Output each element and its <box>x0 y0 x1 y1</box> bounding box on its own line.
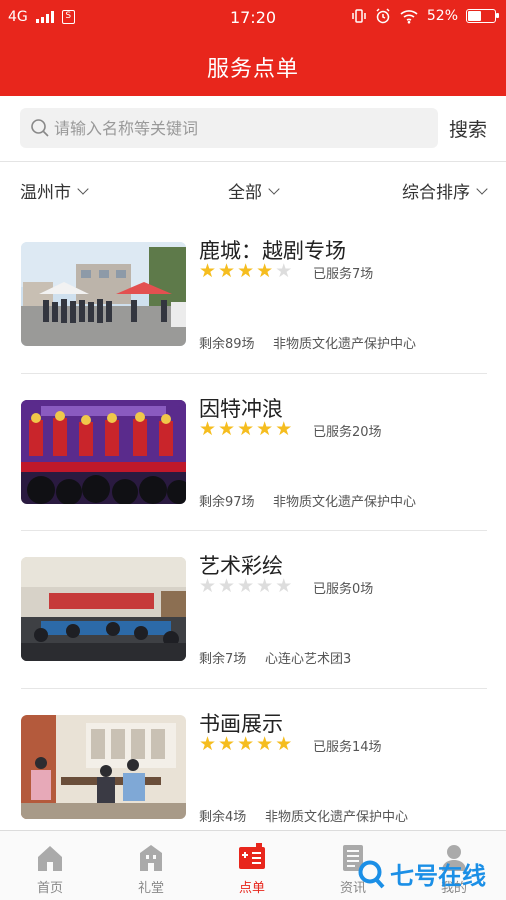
city-filter-label: 温州市 <box>20 183 71 203</box>
city-filter[interactable]: 温州市 <box>20 178 89 203</box>
star-filled-icon: ★ <box>275 732 293 755</box>
served-count: 已服务7场 <box>313 267 374 282</box>
star-filled-icon: ★ <box>199 260 217 282</box>
star-filled-icon: ★ <box>218 732 236 755</box>
chevron-down-icon <box>268 182 280 195</box>
wifi-icon <box>400 10 418 24</box>
remaining-count: 剩余7场 <box>199 652 247 667</box>
list-item[interactable]: 鹿城：越剧专场 ★ ★ ★ ★ ★ 已服务7场 剩余89场 非物质文化遗产保护中心 <box>0 216 506 374</box>
page-title: 服务点单 <box>206 57 299 82</box>
star-empty-icon: ★ <box>275 260 293 282</box>
battery-percent: 52% <box>426 8 458 24</box>
sort-filter-label: 综合排序 <box>402 183 470 203</box>
search-button[interactable]: 搜索 <box>449 115 487 142</box>
served-count: 已服务0场 <box>313 582 374 597</box>
item-thumbnail <box>21 557 186 661</box>
rating-stars: ★ ★ ★ ★ ★ <box>199 734 292 754</box>
chevron-down-icon <box>476 182 488 195</box>
status-right: 52% <box>351 8 499 24</box>
star-filled-icon: ★ <box>199 732 217 755</box>
star-filled-icon: ★ <box>275 417 293 440</box>
served-count: 已服务20场 <box>313 424 382 440</box>
star-filled-icon: ★ <box>237 732 255 755</box>
battery-icon <box>466 9 499 23</box>
rating-stars: ★ ★ ★ ★ ★ <box>199 576 292 596</box>
remaining-count: 剩余4场 <box>199 809 247 825</box>
home-icon <box>38 846 62 871</box>
star-filled-icon: ★ <box>237 417 255 440</box>
vibrate-icon <box>352 9 366 23</box>
star-filled-icon: ★ <box>256 260 274 282</box>
tab-label: 点单 <box>238 881 265 896</box>
watermark: 七号在线 <box>358 856 486 891</box>
tab-label: 首页 <box>36 881 63 896</box>
tab-label: 礼堂 <box>137 881 164 896</box>
tab-hall[interactable]: 礼堂 <box>121 841 181 896</box>
remaining-count: 剩余97场 <box>199 494 255 510</box>
item-thumbnail <box>21 399 186 504</box>
watermark-logo-icon <box>358 860 385 888</box>
star-filled-icon: ★ <box>256 732 274 755</box>
star-empty-icon: ★ <box>199 575 217 597</box>
star-empty-icon: ★ <box>256 575 274 597</box>
star-filled-icon: ★ <box>199 417 217 440</box>
order-icon <box>239 843 265 869</box>
item-thumbnail <box>21 242 186 346</box>
organization-name: 非物质文化遗产保护中心 <box>273 337 417 352</box>
list-item[interactable]: 书画展示 ★ ★ ★ ★ ★ 已服务14场 剩余4场 非物质文化遗产保护中心 <box>0 689 506 847</box>
star-empty-icon: ★ <box>275 575 293 597</box>
category-filter[interactable]: 全部 <box>228 178 280 203</box>
organization-name: 非物质文化遗产保护中心 <box>265 809 409 825</box>
rating-stars: ★ ★ ★ ★ ★ <box>199 419 292 439</box>
item-thumbnail <box>21 714 186 819</box>
list-item[interactable]: 艺术彩绘 ★ ★ ★ ★ ★ 已服务0场 剩余7场 心连心艺术团3 <box>0 531 506 689</box>
star-filled-icon: ★ <box>256 417 274 440</box>
sort-filter[interactable]: 综合排序 <box>402 178 488 203</box>
star-empty-icon: ★ <box>218 575 236 597</box>
list-item[interactable]: 因特冲浪 ★ ★ ★ ★ ★ 已服务20场 剩余97场 非物质文化遗产保护中心 <box>0 374 506 531</box>
tab-order[interactable]: 点单 <box>222 841 282 896</box>
tab-home[interactable]: 首页 <box>20 841 80 896</box>
star-filled-icon: ★ <box>218 260 236 282</box>
organization-name: 非物质文化遗产保护中心 <box>273 494 417 510</box>
service-list: 鹿城：越剧专场 ★ ★ ★ ★ ★ 已服务7场 剩余89场 非物质文化遗产保护中心 因特… <box>0 216 506 846</box>
search-icon <box>31 119 49 137</box>
category-filter-label: 全部 <box>228 183 262 203</box>
hall-icon <box>140 845 162 871</box>
search-input[interactable] <box>54 114 424 142</box>
served-count: 已服务14场 <box>313 739 382 755</box>
remaining-count: 剩余89场 <box>199 337 255 352</box>
title-bar: 服务点单 <box>0 36 506 96</box>
search-row: 搜索 <box>0 96 506 162</box>
status-bar: 4G S 17:20 52% <box>0 0 506 36</box>
organization-name: 心连心艺术团3 <box>265 652 352 667</box>
filter-bar: 温州市 全部 综合排序 <box>0 163 506 215</box>
star-filled-icon: ★ <box>218 417 236 440</box>
chevron-down-icon <box>77 182 89 195</box>
alarm-icon <box>376 8 390 24</box>
search-box[interactable] <box>20 108 438 148</box>
rating-stars: ★ ★ ★ ★ ★ <box>199 261 292 281</box>
star-empty-icon: ★ <box>237 575 255 597</box>
star-filled-icon: ★ <box>237 260 255 282</box>
watermark-text: 七号在线 <box>390 862 486 890</box>
